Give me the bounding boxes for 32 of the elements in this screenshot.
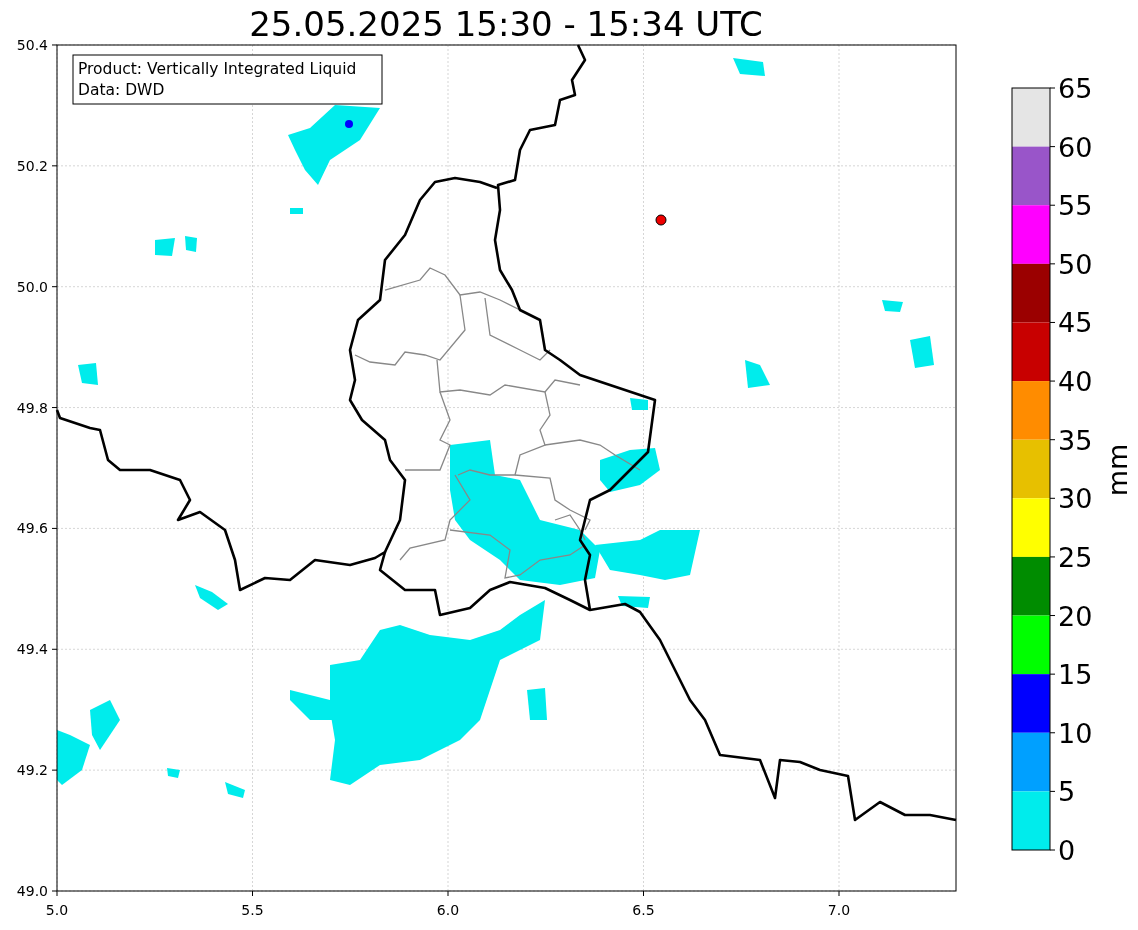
colorbar-tick-label: 55 [1058, 190, 1093, 222]
info-text: Product: Vertically Integrated Liquid [78, 60, 357, 78]
y-tick-label: 49.0 [16, 883, 48, 899]
x-tick-label: 7.0 [827, 902, 851, 918]
colorbar-tick-label: 45 [1058, 307, 1093, 339]
x-tick-label: 6.0 [436, 902, 460, 918]
info-text: Data: DWD [78, 81, 165, 99]
colorbar-tick-label: 20 [1058, 600, 1093, 632]
colorbar-tick-label: 65 [1058, 73, 1093, 104]
x-tick-label: 5.5 [241, 902, 264, 918]
colorbar-tick-label: 25 [1058, 541, 1093, 573]
y-tick-label: 50.4 [16, 37, 48, 53]
x-tick-label: 6.5 [632, 902, 655, 918]
colorbar-tick-label: 5 [1058, 776, 1076, 808]
y-tick-label: 49.2 [16, 762, 48, 779]
colorbar-tick-label: 35 [1058, 424, 1093, 456]
colorbar-tick-label: 10 [1058, 717, 1093, 749]
y-tick-label: 49.6 [16, 520, 48, 537]
colorbar-tick-label: 15 [1058, 659, 1093, 691]
x-tick-label: 5.0 [45, 902, 69, 918]
chart-title: 25.05.2025 15:30 - 15:34 UTC [249, 4, 763, 44]
y-tick-label: 49.4 [16, 641, 48, 658]
colorbar-tick-label: 60 [1058, 131, 1093, 163]
colorbar-tick-label: 50 [1058, 248, 1093, 280]
location-marker-icon [655, 214, 667, 226]
colorbar-tick-label: 30 [1058, 483, 1093, 515]
y-tick-label: 50.2 [16, 157, 48, 174]
y-tick-label: 50.0 [16, 278, 48, 295]
colorbar-label: mm [1102, 443, 1133, 497]
colorbar-tick-label: 40 [1058, 366, 1093, 398]
colorbar-tick-label: 0 [1058, 835, 1076, 866]
y-tick-label: 49.8 [16, 399, 48, 416]
